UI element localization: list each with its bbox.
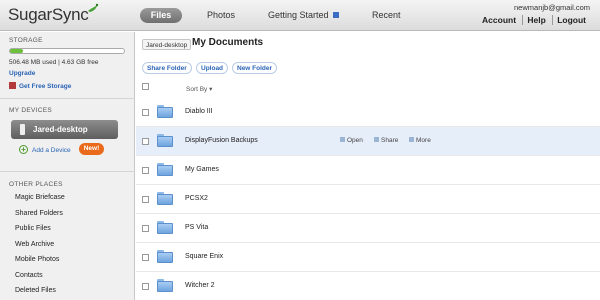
add-device-link[interactable]: + Add a Device — [19, 145, 71, 154]
row-checkbox[interactable] — [142, 138, 149, 145]
sidebar-item-deleted-files[interactable]: Deleted Files — [15, 287, 65, 300]
tab-getting-started[interactable]: Getting Started — [268, 8, 340, 23]
user-links: Account Help Logout — [478, 15, 590, 25]
folder-name[interactable]: PS Vita — [185, 224, 208, 231]
sidebar-item-contacts[interactable]: Contacts — [15, 272, 65, 288]
calendar-icon — [333, 12, 340, 18]
open-label: Open — [347, 137, 363, 144]
breadcrumb[interactable]: Jared-desktop — [142, 39, 192, 50]
upgrade-link[interactable]: Upgrade — [9, 70, 35, 77]
folder-name[interactable]: Witcher 2 — [185, 282, 215, 289]
share-action[interactable]: Share — [374, 137, 398, 144]
sugarsync-logo[interactable]: SugarSync — [8, 3, 99, 25]
row-checkbox[interactable] — [142, 225, 149, 232]
more-action[interactable]: More — [409, 137, 431, 144]
sidebar: STORAGE 506.48 MB used | 4.63 GB free Up… — [0, 32, 135, 300]
get-free-storage-link[interactable]: Get Free Storage — [9, 82, 71, 90]
share-label: Share — [381, 137, 399, 144]
sidebar-item-mobile-photos[interactable]: Mobile Photos — [15, 256, 65, 272]
device-jared-desktop[interactable]: Jared-desktop — [11, 120, 118, 139]
computer-icon — [20, 124, 25, 135]
other-places-list: Magic Briefcase Shared Folders Public Fi… — [15, 194, 65, 300]
list-item[interactable]: PCSX2 — [136, 185, 600, 214]
sort-by-dropdown[interactable]: Sort By ▾ — [186, 85, 212, 93]
gift-icon — [9, 82, 16, 89]
folder-icon — [157, 134, 173, 147]
row-checkbox[interactable] — [142, 196, 149, 203]
list-item[interactable]: Witcher 2 — [136, 272, 600, 300]
folder-icon — [157, 105, 173, 118]
more-icon — [409, 137, 414, 142]
other-places-title: OTHER PLACES — [9, 181, 63, 188]
new-badge: New! — [79, 143, 104, 155]
row-checkbox[interactable] — [142, 283, 149, 290]
more-label: More — [416, 137, 431, 144]
share-folder-button[interactable]: Share Folder — [142, 62, 192, 74]
storage-meter-fill — [10, 49, 23, 53]
list-item[interactable]: DisplayFusion Backups Open Share More — [136, 127, 600, 156]
row-checkbox[interactable] — [142, 254, 149, 261]
sidebar-item-public-files[interactable]: Public Files — [15, 225, 65, 241]
main-panel: Jared-desktop My Documents Share Folder … — [136, 32, 600, 300]
tab-getting-started-label: Getting Started — [268, 10, 329, 20]
sidebar-item-shared-folders[interactable]: Shared Folders — [15, 210, 65, 226]
list-item[interactable]: PS Vita — [136, 214, 600, 243]
plus-icon: + — [19, 145, 28, 154]
sidebar-item-magic-briefcase[interactable]: Magic Briefcase — [15, 194, 65, 210]
device-label: Jared-desktop — [33, 125, 88, 134]
folder-icon — [157, 192, 173, 205]
user-email: newmanjb@gmail.com — [514, 3, 590, 12]
open-action[interactable]: Open — [340, 137, 363, 144]
add-device-label: Add a Device — [32, 147, 71, 154]
hummingbird-icon — [88, 3, 99, 12]
tab-files[interactable]: Files — [140, 8, 182, 23]
folder-icon — [157, 279, 173, 292]
tab-photos[interactable]: Photos — [207, 8, 235, 23]
open-icon — [340, 137, 345, 142]
new-folder-button[interactable]: New Folder — [232, 62, 278, 74]
folder-icon — [157, 163, 173, 176]
storage-usage-text: 506.48 MB used | 4.63 GB free — [9, 59, 99, 66]
page-title: My Documents — [192, 37, 264, 48]
select-all-checkbox[interactable] — [142, 83, 149, 90]
list-item[interactable]: Diablo III — [136, 98, 600, 127]
folder-name[interactable]: PCSX2 — [185, 195, 208, 202]
row-checkbox[interactable] — [142, 109, 149, 116]
devices-title: MY DEVICES — [9, 107, 52, 114]
storage-meter — [9, 48, 125, 54]
folder-name[interactable]: Diablo III — [185, 108, 213, 115]
top-bar: SugarSync Files Photos Getting Started R… — [0, 0, 600, 31]
tab-recent[interactable]: Recent — [372, 8, 401, 23]
folder-icon — [157, 250, 173, 263]
list-item[interactable]: My Games — [136, 156, 600, 185]
list-item[interactable]: Square Enix — [136, 243, 600, 272]
divider — [0, 171, 135, 172]
storage-title: STORAGE — [9, 37, 43, 44]
logo-text: SugarSync — [8, 5, 89, 24]
share-icon — [374, 137, 379, 142]
sidebar-item-web-archive[interactable]: Web Archive — [15, 241, 65, 257]
folder-name[interactable]: DisplayFusion Backups — [185, 137, 258, 144]
account-link[interactable]: Account — [478, 15, 520, 25]
get-free-storage-label: Get Free Storage — [19, 83, 72, 90]
divider — [0, 98, 135, 99]
logout-link[interactable]: Logout — [552, 15, 590, 25]
help-link[interactable]: Help — [522, 15, 550, 25]
upload-button[interactable]: Upload — [196, 62, 229, 74]
folder-icon — [157, 221, 173, 234]
row-checkbox[interactable] — [142, 167, 149, 174]
folder-name[interactable]: Square Enix — [185, 253, 223, 260]
folder-name[interactable]: My Games — [185, 166, 219, 173]
